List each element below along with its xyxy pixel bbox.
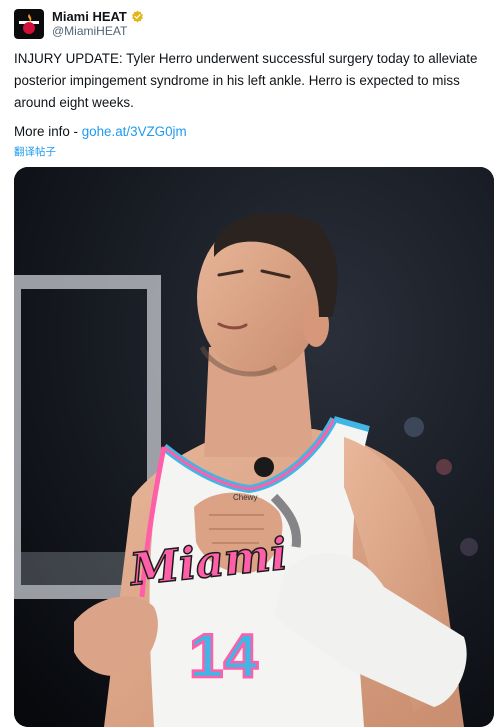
jersey-sponsor-patch: Chewy: [233, 493, 257, 502]
tweet-link[interactable]: gohe.at/3VZG0jm: [82, 124, 187, 139]
jersey-number: 14: [189, 622, 258, 691]
account-avatar[interactable]: [14, 9, 44, 39]
miami-heat-logo-icon: [19, 14, 39, 34]
verified-badge-icon: [131, 10, 144, 23]
player-photo-image: Chewy Miami 14: [14, 167, 494, 727]
tweet-media-photo[interactable]: Chewy Miami 14: [14, 167, 494, 727]
account-display-name[interactable]: Miami HEAT: [52, 9, 127, 24]
more-info-label: More info -: [14, 124, 82, 139]
account-handle[interactable]: @MiamiHEAT: [52, 24, 144, 39]
translate-post-link[interactable]: 翻译帖子: [14, 144, 56, 159]
tweet-header: Miami HEAT @MiamiHEAT: [14, 8, 144, 40]
tweet-text: INJURY UPDATE: Tyler Herro underwent suc…: [14, 51, 478, 110]
more-info-line: More info - gohe.at/3VZG0jm: [14, 122, 187, 142]
